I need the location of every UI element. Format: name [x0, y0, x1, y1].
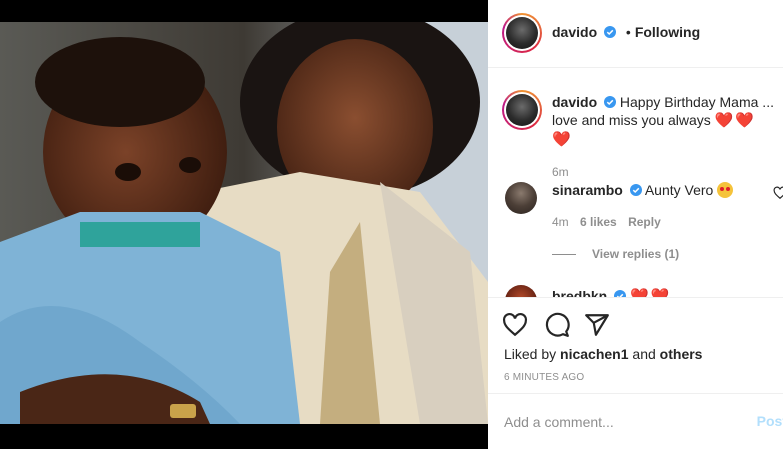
verified-icon [604, 96, 617, 108]
comment-avatar[interactable] [505, 182, 537, 214]
comment-item: bredbkn ❤️❤️ [552, 287, 671, 297]
post-time[interactable]: 6 MINUTES AGO [504, 372, 584, 383]
liked-by-prefix: Liked by [504, 346, 557, 362]
add-comment-bar: Post [488, 393, 783, 449]
post-photo[interactable] [0, 22, 488, 424]
author-avatar[interactable] [502, 13, 542, 53]
caption-avatar[interactable] [502, 90, 542, 130]
comment-hearts: ❤️❤️ [630, 288, 672, 297]
caption-username[interactable]: davido [552, 94, 597, 110]
caption-text-line2: love and miss you always [552, 112, 711, 128]
liked-by: Liked by nicachen1 and others [504, 346, 702, 362]
verified-icon [614, 290, 627, 297]
comments-list: davido Happy Birthday Mama ... love and … [488, 69, 783, 297]
liked-by-others[interactable]: others [660, 346, 703, 362]
comment-avatar[interactable] [505, 285, 537, 297]
post-header: davido • Following [488, 0, 783, 68]
divider-line [552, 254, 576, 256]
post-comment-button[interactable]: Post [757, 413, 783, 429]
header-row: davido • Following [552, 24, 700, 40]
comment-item: sinarambo Aunty Vero [552, 182, 734, 198]
verified-icon [604, 26, 617, 38]
post-sidebar: davido • Following davido Happy Birthday … [488, 0, 783, 449]
post-image-pane [0, 0, 488, 449]
separator-dot: • [625, 24, 631, 40]
comment-icon[interactable] [544, 312, 570, 338]
following-button[interactable]: Following [635, 24, 700, 40]
post-actions: Liked by nicachen1 and others 6 MINUTES … [488, 297, 783, 390]
liked-by-user[interactable]: nicachen1 [560, 346, 628, 362]
comment-username[interactable]: sinarambo [552, 182, 623, 198]
comment-meta: 4m 6 likes Reply [552, 215, 661, 229]
comment-time: 4m [552, 215, 569, 229]
heart-icon[interactable] [502, 312, 528, 338]
verified-icon [629, 184, 642, 196]
caption-time: 6m [552, 165, 569, 179]
caption-text-line1: Happy Birthday Mama ... [619, 94, 774, 110]
view-replies-button[interactable]: View replies (1) [552, 247, 679, 261]
comment-text: Aunty Vero [644, 182, 714, 198]
caption: davido Happy Birthday Mama ... love and … [552, 93, 774, 181]
like-comment-icon[interactable] [773, 186, 783, 200]
view-replies-label: View replies (1) [592, 247, 680, 261]
share-icon[interactable] [584, 312, 610, 338]
heart-eyes-emoji [717, 182, 734, 198]
liked-by-and: and [632, 346, 656, 362]
post-photo-illustration [0, 22, 488, 424]
comment-likes[interactable]: 6 likes [580, 215, 617, 229]
comment-username[interactable]: bredbkn [552, 288, 607, 297]
author-username[interactable]: davido [552, 24, 597, 40]
comment-input[interactable] [504, 411, 764, 433]
reply-button[interactable]: Reply [628, 215, 661, 229]
